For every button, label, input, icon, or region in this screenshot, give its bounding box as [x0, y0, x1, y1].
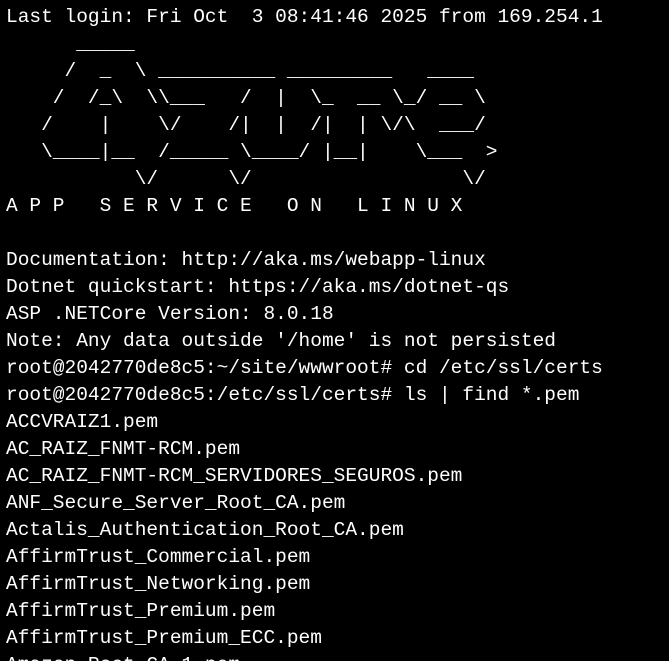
banner-line: _____: [6, 33, 135, 55]
output-line: AC_RAIZ_FNMT-RCM_SERVIDORES_SEGUROS.pem: [6, 465, 463, 487]
banner-line: / /_\ \\___ / | \_ __ \_/ __ \: [6, 87, 486, 109]
info-line-aspnet-version: ASP .NETCore Version: 8.0.18: [6, 303, 334, 325]
command-line: root@2042770de8c5:~/site/wwwroot# cd /et…: [6, 357, 603, 379]
banner-subtitle: A P P S E R V I C E O N L I N U X: [6, 195, 463, 217]
info-line-note: Note: Any data outside '/home' is not pe…: [6, 330, 556, 352]
output-line: Amazon_Root_CA_1.pem: [6, 652, 669, 661]
output-line: AffirmTrust_Networking.pem: [6, 573, 311, 595]
banner-line: / _ \ __________ _________ ____: [6, 60, 475, 82]
output-line: AffirmTrust_Premium.pem: [6, 600, 276, 622]
output-line: AffirmTrust_Premium_ECC.pem: [6, 627, 322, 649]
info-line-documentation: Documentation: http://aka.ms/webapp-linu…: [6, 249, 486, 271]
output-line: AffirmTrust_Commercial.pem: [6, 546, 311, 568]
last-login-line: Last login: Fri Oct 3 08:41:46 2025 from…: [6, 6, 603, 28]
info-line-dotnet-quickstart: Dotnet quickstart: https://aka.ms/dotnet…: [6, 276, 510, 298]
output-line: ANF_Secure_Server_Root_CA.pem: [6, 492, 346, 514]
command-line: root@2042770de8c5:/etc/ssl/certs# ls | f…: [6, 384, 580, 406]
output-line: AC_RAIZ_FNMT-RCM.pem: [6, 438, 241, 460]
banner-line: / | \/ /| | /| | \/\ ___/: [6, 114, 486, 136]
output-line: Actalis_Authentication_Root_CA.pem: [6, 519, 404, 541]
output-line: ACCVRAIZ1.pem: [6, 411, 159, 433]
terminal-window[interactable]: Last login: Fri Oct 3 08:41:46 2025 from…: [0, 0, 669, 661]
banner-line: \____|__ /_____ \____/ |__| \___ >: [6, 141, 498, 163]
command-output: ACCVRAIZ1.pem AC_RAIZ_FNMT-RCM.pem AC_RA…: [6, 409, 669, 661]
azure-ascii-banner: _____ / _ \ __________ _________ ____ / …: [6, 31, 669, 193]
banner-line: \/ \/ \/: [6, 168, 486, 190]
